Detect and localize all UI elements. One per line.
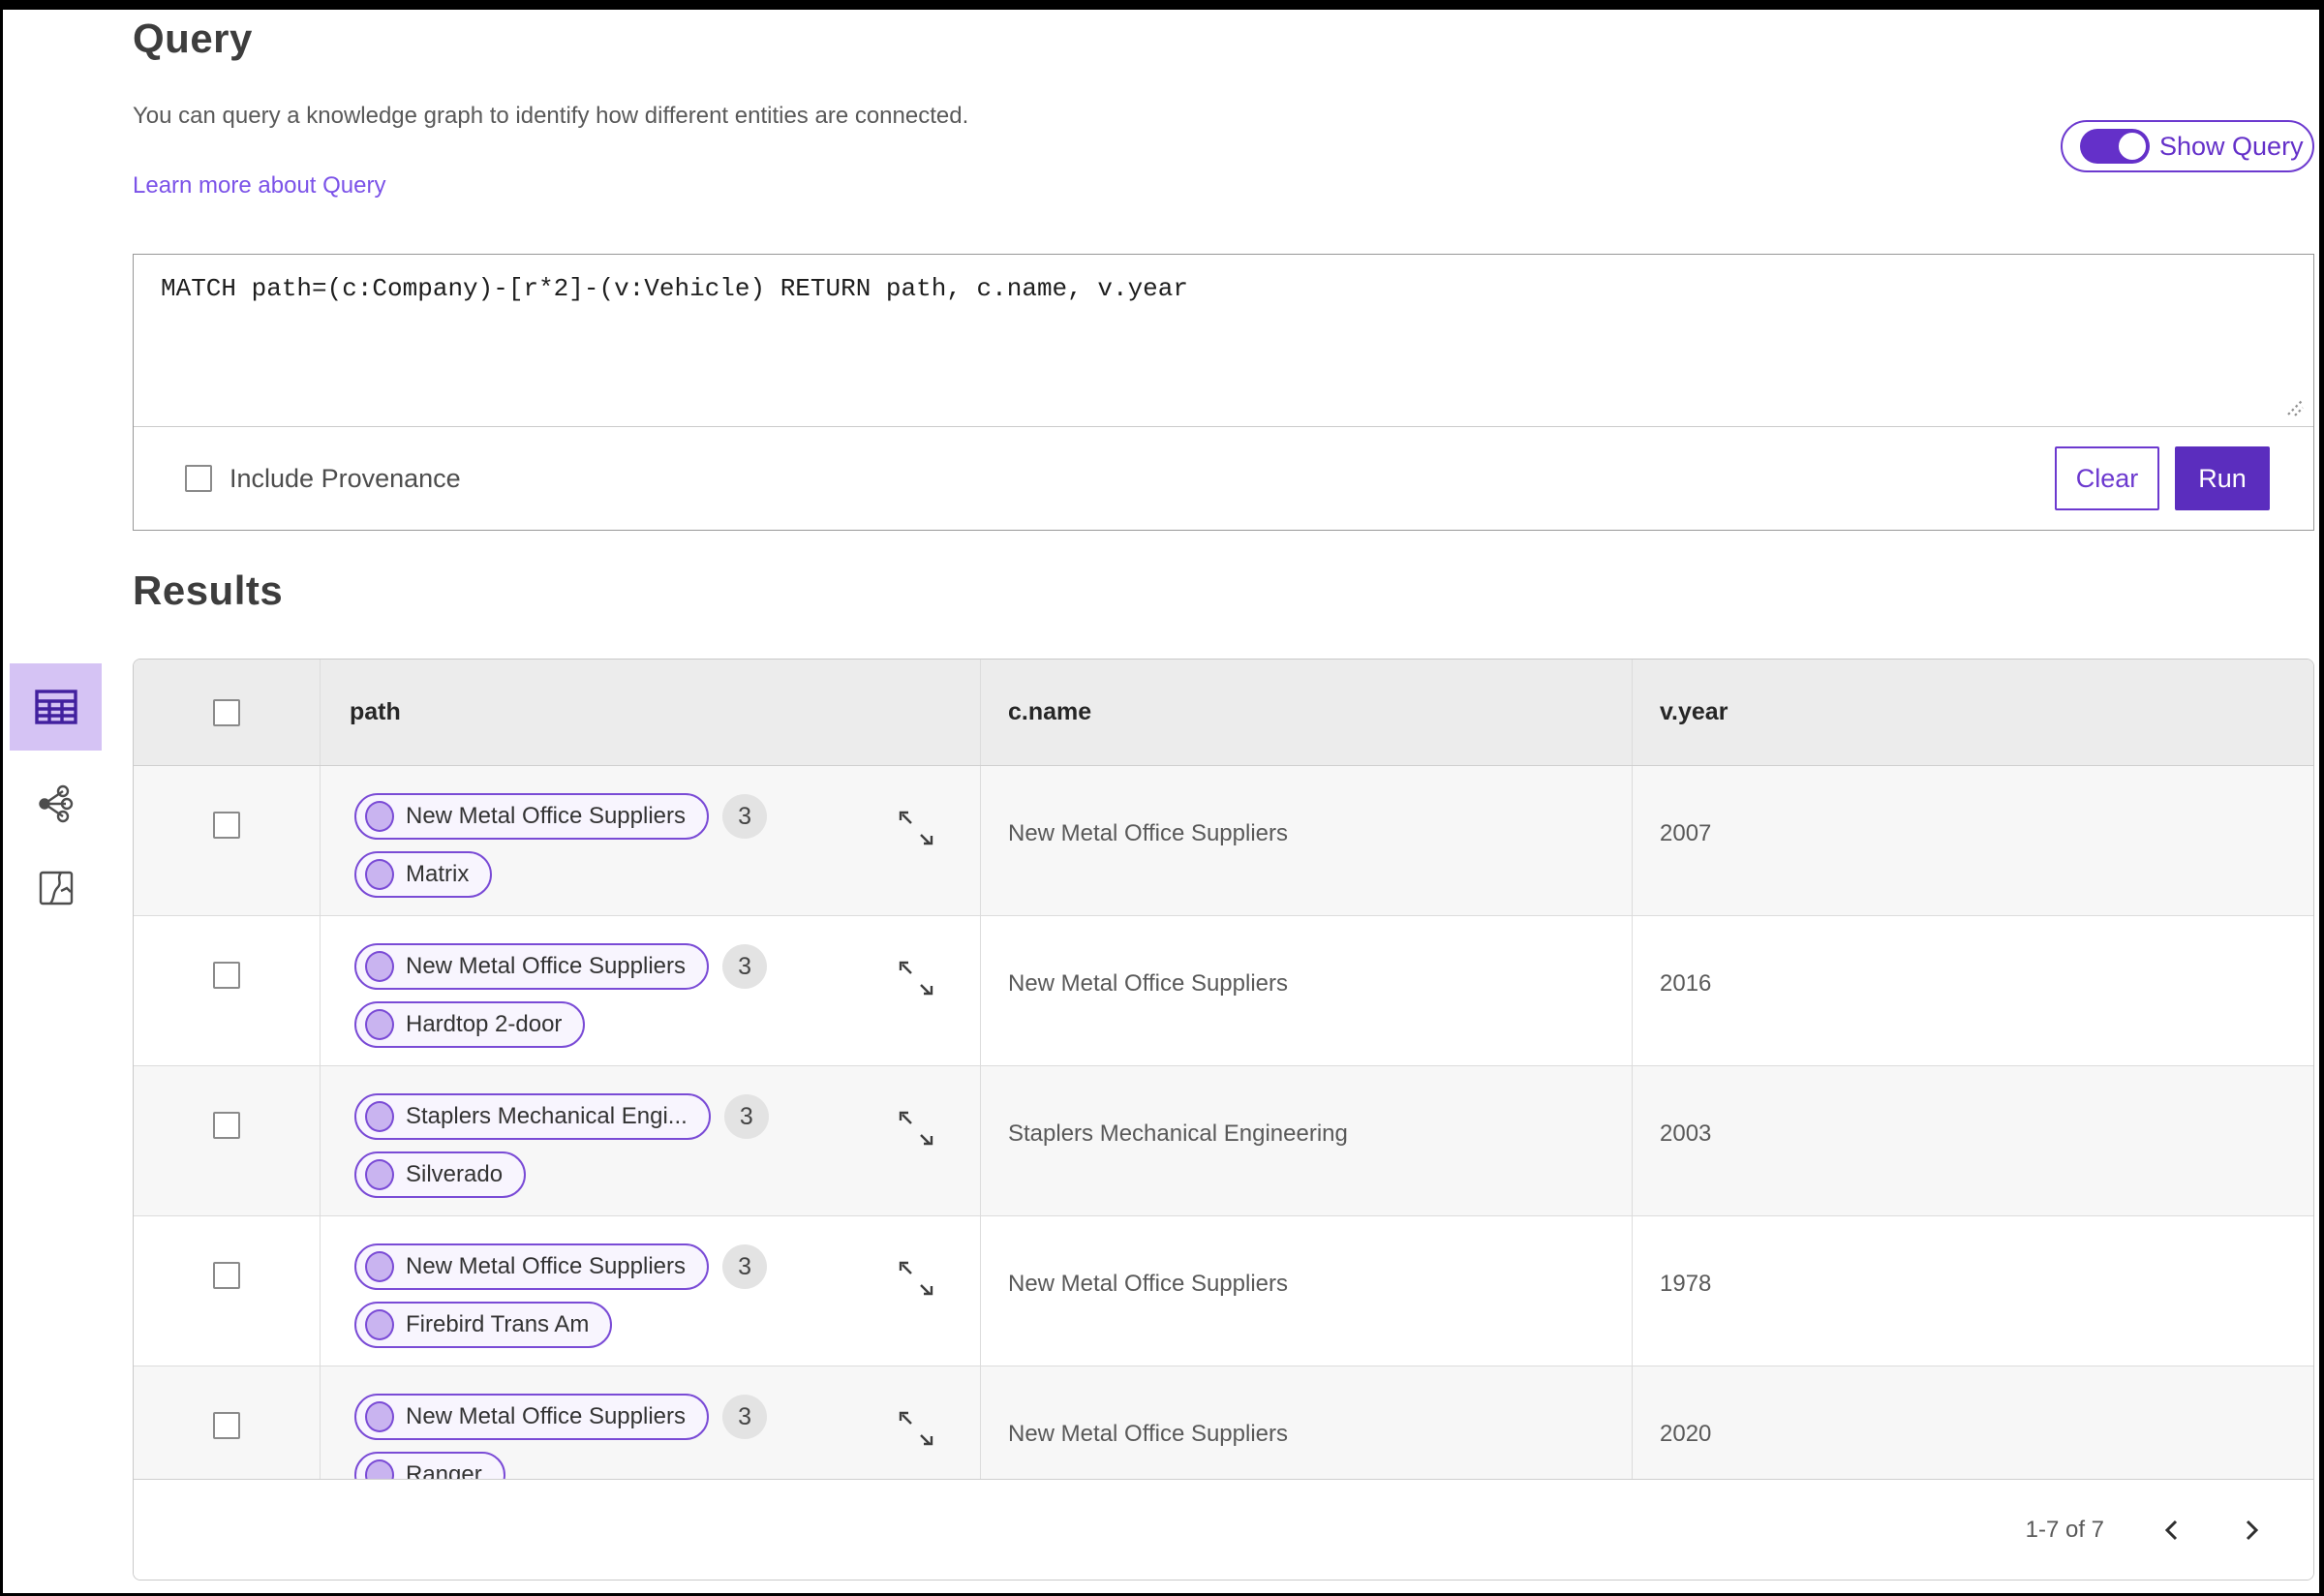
entity-node-icon [365,1159,394,1190]
path-node-pill-1[interactable]: New Metal Office Suppliers [354,1243,710,1290]
table-row: New Metal Office Suppliers 3 Matrix New … [134,766,2313,916]
show-query-label: Show Query [2159,131,2304,161]
path-node-pill-2[interactable]: Ranger [354,1452,505,1479]
pagination-range: 1-7 of 7 [2025,1516,2104,1543]
select-all-checkbox[interactable] [213,698,240,726]
table-body: New Metal Office Suppliers 3 Matrix New … [134,766,2313,1479]
clear-button[interactable]: Clear [2055,446,2159,510]
entity-node-icon [365,1251,394,1282]
cell-cname: New Metal Office Suppliers [1008,1271,1289,1297]
path-node-pill-1[interactable]: New Metal Office Suppliers [354,1394,710,1440]
path-node-pill-2[interactable]: Silverado [354,1151,527,1198]
graph-view-tab[interactable] [10,776,102,832]
include-provenance-control[interactable]: Include Provenance [185,464,461,494]
page-description: You can query a knowledge graph to ident… [133,103,969,129]
entity-node-icon [365,1009,394,1040]
table-icon [34,690,77,724]
table-row: New Metal Office Suppliers 3 Ranger New … [134,1366,2313,1479]
table-row: New Metal Office Suppliers 3 Firebird Tr… [134,1216,2313,1366]
entity-node-icon [365,1401,394,1432]
table-header-row: path c.name v.year [134,660,2313,766]
prev-page-button[interactable] [2160,1518,2184,1543]
map-view-tab[interactable] [10,863,102,913]
include-provenance-label: Include Provenance [229,463,461,493]
path-node-pill-1[interactable]: New Metal Office Suppliers [354,793,710,840]
path-node-pill-2[interactable]: Hardtop 2-door [354,1001,586,1048]
show-query-toggle-button[interactable]: Show Query [2061,120,2314,172]
cell-vyear: 1978 [1660,1271,1712,1297]
network-icon [38,784,73,823]
query-textarea[interactable]: MATCH path=(c:Company)-[r*2]-(v:Vehicle)… [134,255,2313,427]
map-icon [39,871,73,905]
table-row: Staplers Mechanical Engi... 3 Silverado … [134,1066,2313,1216]
expand-path-icon[interactable] [897,1409,935,1450]
path-node-pill-2[interactable]: Firebird Trans Am [354,1302,613,1348]
row-checkbox[interactable] [213,1412,240,1439]
entity-node-icon [365,1101,394,1132]
row-checkbox[interactable] [213,812,240,839]
row-checkbox[interactable] [213,1112,240,1139]
row-checkbox[interactable] [213,962,240,989]
column-header-vyear: v.year [1660,698,1728,725]
path-node-pill-1[interactable]: Staplers Mechanical Engi... [354,1093,711,1140]
expand-path-icon[interactable] [897,1259,935,1300]
cell-vyear: 2003 [1660,1120,1712,1147]
run-button[interactable]: Run [2175,446,2270,510]
path-count-badge: 3 [722,944,768,989]
cell-vyear: 2016 [1660,970,1712,997]
window-edge-left [0,0,3,1596]
path-count-badge: 3 [722,1244,768,1289]
cell-cname: New Metal Office Suppliers [1008,820,1289,846]
results-view-sidebar [10,663,102,913]
cell-cname: Staplers Mechanical Engineering [1008,1120,1348,1147]
query-editor-panel: MATCH path=(c:Company)-[r*2]-(v:Vehicle)… [133,254,2314,531]
resize-grip-icon[interactable] [2280,393,2306,418]
path-count-badge: 3 [722,794,768,839]
toggle-switch[interactable] [2080,129,2150,164]
next-page-button[interactable] [2240,1518,2263,1543]
cell-vyear: 2007 [1660,820,1712,846]
row-checkbox[interactable] [213,1262,240,1289]
path-count-badge: 3 [722,1395,768,1439]
entity-node-icon [365,1459,394,1479]
chevron-left-icon [2164,1519,2178,1540]
cell-cname: New Metal Office Suppliers [1008,970,1289,997]
path-node-pill-1[interactable]: New Metal Office Suppliers [354,943,710,990]
table-footer: 1-7 of 7 [134,1479,2313,1580]
expand-path-icon[interactable] [897,809,935,849]
table-view-tab[interactable] [10,663,102,751]
learn-more-link[interactable]: Learn more about Query [133,172,385,200]
page-title: Query [133,15,253,61]
entity-node-icon [365,1309,394,1340]
results-title: Results [133,568,284,613]
results-table: path c.name v.year New Metal Office Supp… [133,659,2314,1581]
entity-node-icon [365,859,394,890]
query-text: MATCH path=(c:Company)-[r*2]-(v:Vehicle)… [161,274,1188,303]
column-header-cname: c.name [1008,698,1092,725]
path-count-badge: 3 [723,1094,769,1139]
column-header-path: path [350,698,401,725]
expand-path-icon[interactable] [897,959,935,999]
entity-node-icon [365,801,394,832]
window-edge-top [0,0,2324,10]
path-node-pill-2[interactable]: Matrix [354,851,493,898]
cell-cname: New Metal Office Suppliers [1008,1421,1289,1447]
entity-node-icon [365,951,394,982]
expand-path-icon[interactable] [897,1109,935,1150]
window-edge-right [2319,0,2324,1596]
toggle-knob [2117,131,2148,162]
cell-vyear: 2020 [1660,1421,1712,1447]
chevron-right-icon [2246,1519,2259,1540]
query-footer: Include Provenance Clear Run [134,427,2313,530]
table-row: New Metal Office Suppliers 3 Hardtop 2-d… [134,916,2313,1066]
include-provenance-checkbox[interactable] [185,465,212,492]
